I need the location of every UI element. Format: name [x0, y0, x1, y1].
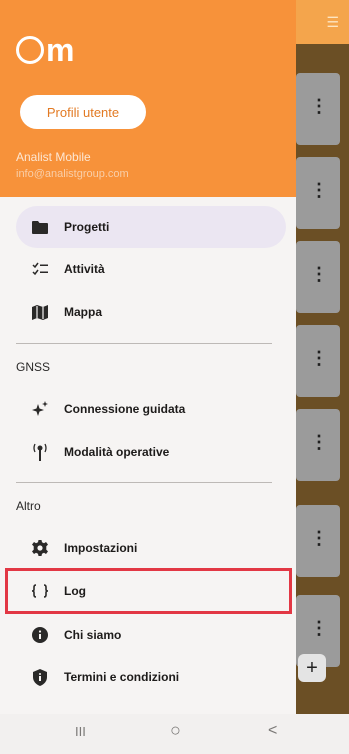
section-label-gnss: GNSS [16, 360, 51, 374]
filter-icon[interactable]: ☰ [326, 14, 339, 31]
list-item[interactable]: ⋮ [296, 409, 340, 481]
recents-button[interactable]: III [75, 724, 86, 739]
antenna-icon [28, 443, 52, 461]
app-logo: m [16, 28, 88, 72]
navigation-drawer: m Profili utente Analist Mobile info@ana… [0, 0, 296, 714]
more-options-icon[interactable]: ⋮ [310, 97, 328, 115]
more-options-icon[interactable]: ⋮ [310, 181, 328, 199]
menu-item-chi-siamo[interactable]: Chi siamo [16, 614, 286, 656]
list-item[interactable]: ⋮ [296, 157, 340, 229]
section-divider [16, 482, 272, 483]
checklist-icon [28, 262, 52, 276]
user-name: Analist Mobile [16, 150, 91, 164]
logo-circle-icon [16, 36, 44, 64]
list-item[interactable]: ⋮ [296, 325, 340, 397]
list-item[interactable]: ⋮ [296, 241, 340, 313]
more-options-icon[interactable]: ⋮ [310, 349, 328, 367]
add-button[interactable]: + [298, 654, 326, 682]
drawer-header: m Profili utente Analist Mobile info@ana… [0, 0, 296, 197]
background-topbar: ☰ [296, 0, 349, 44]
menu-item-attivita[interactable]: Attività [16, 248, 286, 290]
log-highlight-box [5, 568, 292, 614]
menu-item-modalita-operative[interactable]: Modalità operative [16, 431, 286, 473]
gear-icon [28, 540, 52, 556]
section-divider [16, 343, 272, 344]
more-options-icon[interactable]: ⋮ [310, 433, 328, 451]
sparkle-icon [28, 401, 52, 417]
more-options-icon[interactable]: ⋮ [310, 265, 328, 283]
shield-icon [28, 668, 52, 686]
menu-item-impostazioni[interactable]: Impostazioni [16, 527, 286, 569]
menu-item-progetti[interactable]: Progetti [16, 206, 286, 248]
profiles-button[interactable]: Profili utente [20, 95, 146, 129]
map-icon [28, 304, 52, 320]
menu-item-connessione-guidata[interactable]: Connessione guidata [16, 388, 286, 430]
more-options-icon[interactable]: ⋮ [310, 529, 328, 547]
section-label-altro: Altro [16, 499, 41, 513]
back-button[interactable]: < [268, 722, 277, 740]
more-options-icon[interactable]: ⋮ [310, 619, 328, 637]
folder-icon [28, 220, 52, 234]
info-icon [28, 627, 52, 643]
menu-item-mappa[interactable]: Mappa [16, 291, 286, 333]
home-button[interactable]: ○ [170, 720, 181, 741]
list-item[interactable]: ⋮ [296, 505, 340, 577]
system-navbar: III ○ < [0, 714, 349, 754]
user-email: info@analistgroup.com [16, 168, 129, 180]
list-item[interactable]: ⋮ [296, 73, 340, 145]
menu-item-termini[interactable]: Termini e condizioni [16, 656, 286, 698]
